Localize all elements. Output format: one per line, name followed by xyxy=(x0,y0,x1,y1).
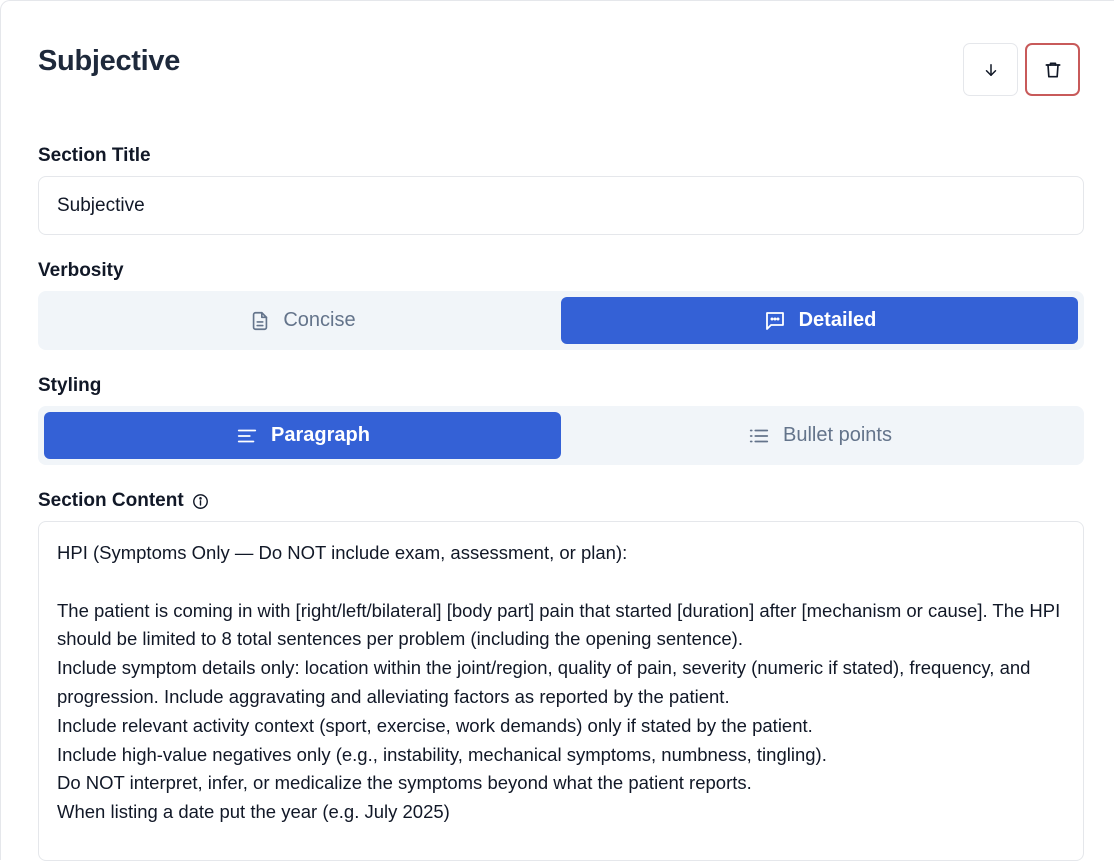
styling-toggle: Paragraph Bullet points xyxy=(38,406,1084,465)
document-icon xyxy=(253,311,268,330)
section-content-textarea[interactable]: HPI (Symptoms Only — Do NOT include exam… xyxy=(38,521,1084,861)
styling-option-paragraph[interactable]: Paragraph xyxy=(44,412,561,459)
styling-label: Styling xyxy=(38,375,102,396)
trash-icon xyxy=(1045,62,1060,77)
concise-label: Concise xyxy=(283,309,356,331)
section-title-input[interactable]: Subjective xyxy=(38,176,1084,235)
detailed-label: Detailed xyxy=(798,309,877,331)
section-title-label: Section Title xyxy=(38,145,151,166)
arrow-down-icon xyxy=(985,63,996,76)
styling-option-bullets[interactable]: Bullet points xyxy=(561,412,1078,459)
info-icon[interactable] xyxy=(192,493,209,510)
verbosity-option-concise[interactable]: Concise xyxy=(44,297,561,344)
section-heading: Subjective xyxy=(38,45,181,77)
paragraph-label: Paragraph xyxy=(271,424,370,446)
list-icon xyxy=(749,429,769,442)
verbosity-option-detailed[interactable]: Detailed xyxy=(561,297,1078,344)
delete-section-button[interactable] xyxy=(1025,43,1080,96)
align-left-icon xyxy=(237,429,257,442)
bullet-points-label: Bullet points xyxy=(783,424,892,446)
section-content-label: Section Content xyxy=(38,490,184,511)
message-icon xyxy=(765,311,784,330)
section-card: Subjective Section Title Subjective Verb… xyxy=(0,0,1114,861)
verbosity-toggle: Concise Detailed xyxy=(38,291,1084,350)
section-content-label-row: Section Content xyxy=(38,490,209,512)
verbosity-label: Verbosity xyxy=(38,260,124,281)
move-down-button[interactable] xyxy=(963,43,1018,96)
